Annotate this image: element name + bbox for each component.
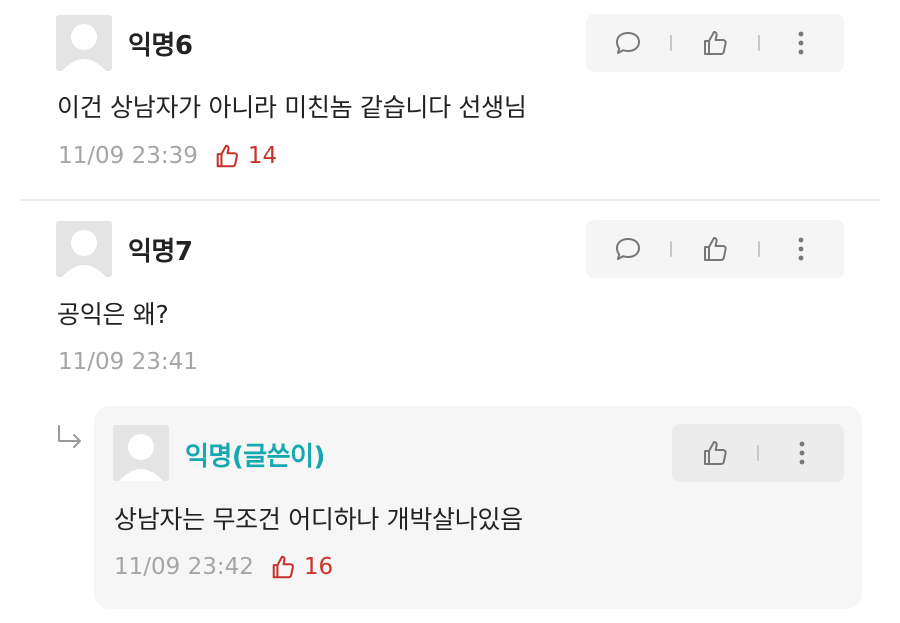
action-divider bbox=[758, 35, 760, 51]
reply-author-op: 익명(글쓴이) bbox=[185, 442, 325, 472]
action-divider bbox=[758, 241, 760, 257]
more-options-button[interactable] bbox=[787, 438, 817, 468]
comment-author: 익명6 bbox=[128, 31, 193, 61]
action-divider bbox=[670, 35, 672, 51]
default-avatar-icon bbox=[113, 425, 169, 481]
comment-timestamp: 11/09 23:39 bbox=[58, 143, 198, 169]
comment-text: 이건 상남자가 아니라 미친놈 같습니다 선생님 bbox=[57, 93, 527, 122]
reply-timestamp: 11/09 23:42 bbox=[114, 554, 254, 580]
more-options-button[interactable] bbox=[786, 28, 816, 58]
avatar[interactable] bbox=[56, 221, 112, 277]
reply-button[interactable] bbox=[613, 234, 643, 264]
comment-action-bar bbox=[586, 220, 844, 278]
avatar[interactable] bbox=[113, 425, 169, 481]
comment-author: 익명7 bbox=[128, 237, 193, 267]
reply-arrow-icon bbox=[56, 424, 84, 454]
like-count: 16 bbox=[303, 554, 334, 580]
like-count-badge: 16 bbox=[270, 554, 333, 580]
like-button[interactable] bbox=[700, 234, 730, 264]
like-button[interactable] bbox=[700, 28, 730, 58]
reply-button[interactable] bbox=[613, 28, 643, 58]
more-icon bbox=[798, 31, 804, 55]
more-icon bbox=[799, 441, 805, 465]
thumbs-up-icon bbox=[704, 441, 727, 465]
like-count-badge: 14 bbox=[214, 143, 277, 169]
thumbs-up-icon bbox=[272, 555, 294, 579]
comment-meta: 11/09 23:41 bbox=[58, 349, 198, 375]
avatar[interactable] bbox=[56, 15, 112, 71]
reply-item: 익명(글쓴이) 상남자는 무조건 어디하나 개박살나있음 11/09 23:42… bbox=[94, 406, 862, 609]
reply-text: 상남자는 무조건 어디하나 개박살나있음 bbox=[114, 505, 523, 534]
comment-timestamp: 11/09 23:41 bbox=[58, 349, 198, 375]
thumbs-up-icon bbox=[704, 237, 727, 261]
like-count: 14 bbox=[247, 143, 278, 169]
reply-meta: 11/09 23:42 16 bbox=[114, 554, 333, 580]
thumbs-up-icon bbox=[216, 144, 238, 168]
comment-meta: 11/09 23:39 14 bbox=[58, 143, 277, 169]
default-avatar-icon bbox=[56, 221, 112, 277]
action-divider bbox=[670, 241, 672, 257]
like-button[interactable] bbox=[700, 438, 730, 468]
more-options-button[interactable] bbox=[786, 234, 816, 264]
reply-action-bar bbox=[672, 424, 844, 482]
thumbs-up-icon bbox=[704, 31, 727, 55]
default-avatar-icon bbox=[56, 15, 112, 71]
comment-icon bbox=[616, 238, 640, 260]
comment-action-bar bbox=[586, 14, 844, 72]
more-icon bbox=[798, 237, 804, 261]
comment-divider bbox=[20, 199, 880, 201]
comment-icon bbox=[616, 32, 640, 54]
action-divider bbox=[757, 445, 759, 461]
comment-text: 공익은 왜? bbox=[57, 300, 169, 329]
